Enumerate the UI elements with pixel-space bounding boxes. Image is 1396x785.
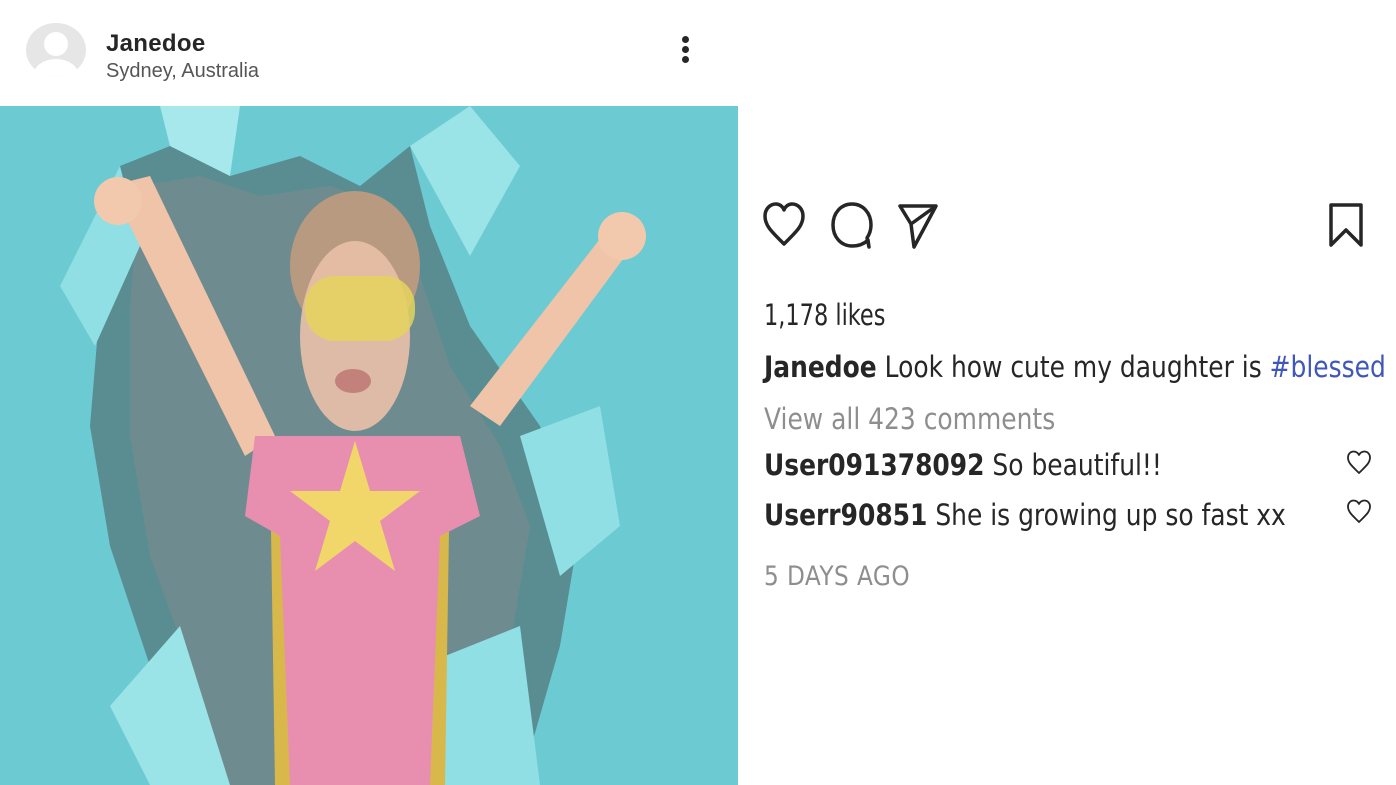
send-icon <box>898 204 938 249</box>
more-vertical-icon-dot <box>682 56 689 63</box>
post-username[interactable]: Janedoe <box>106 30 205 58</box>
comment-username[interactable]: User091378092 <box>764 448 984 482</box>
post-location[interactable]: Sydney, Australia <box>106 60 259 83</box>
comment-item: Userr90851 She is growing up so fast xx <box>764 498 1286 532</box>
comment-icon <box>831 202 873 249</box>
post-timestamp: 5 DAYS AGO <box>764 561 911 592</box>
view-all-comments-link[interactable]: View all 423 comments <box>764 402 1055 436</box>
avatar[interactable] <box>26 23 86 77</box>
heart-icon <box>763 202 805 246</box>
heart-icon <box>1347 499 1371 523</box>
comment-username[interactable]: Userr90851 <box>764 498 927 532</box>
caption-text: Look how cute my daughter is <box>884 350 1262 384</box>
comment-button[interactable] <box>830 200 874 255</box>
post-photo-illustration <box>0 106 738 785</box>
post-image[interactable] <box>0 106 738 785</box>
bookmark-icon <box>1329 203 1363 247</box>
caption-hashtag[interactable]: #blessed <box>1270 350 1386 384</box>
likes-count[interactable]: 1,178 likes <box>764 298 885 332</box>
comment-item: User091378092 So beautiful!! <box>764 448 1162 482</box>
comment-like-button[interactable] <box>1346 498 1372 524</box>
more-vertical-icon-dot <box>682 36 689 43</box>
post-header: Janedoe Sydney, Australia <box>0 0 738 106</box>
save-button[interactable] <box>1326 200 1366 255</box>
caption-username[interactable]: Janedoe <box>764 350 877 384</box>
avatar-shoulders-shape <box>33 59 79 77</box>
post-actions <box>762 200 1372 260</box>
comment-like-button[interactable] <box>1346 449 1372 475</box>
more-vertical-icon-dot <box>682 46 689 53</box>
share-button[interactable] <box>896 200 940 255</box>
more-options-button[interactable] <box>670 30 702 70</box>
avatar-head-shape <box>44 32 68 56</box>
heart-icon <box>1347 450 1371 474</box>
comment-text: She is growing up so fast xx <box>935 498 1286 532</box>
comment-text: So beautiful!! <box>992 448 1162 482</box>
caption: Janedoe Look how cute my daughter is #bl… <box>764 350 1386 384</box>
like-button[interactable] <box>762 200 806 253</box>
